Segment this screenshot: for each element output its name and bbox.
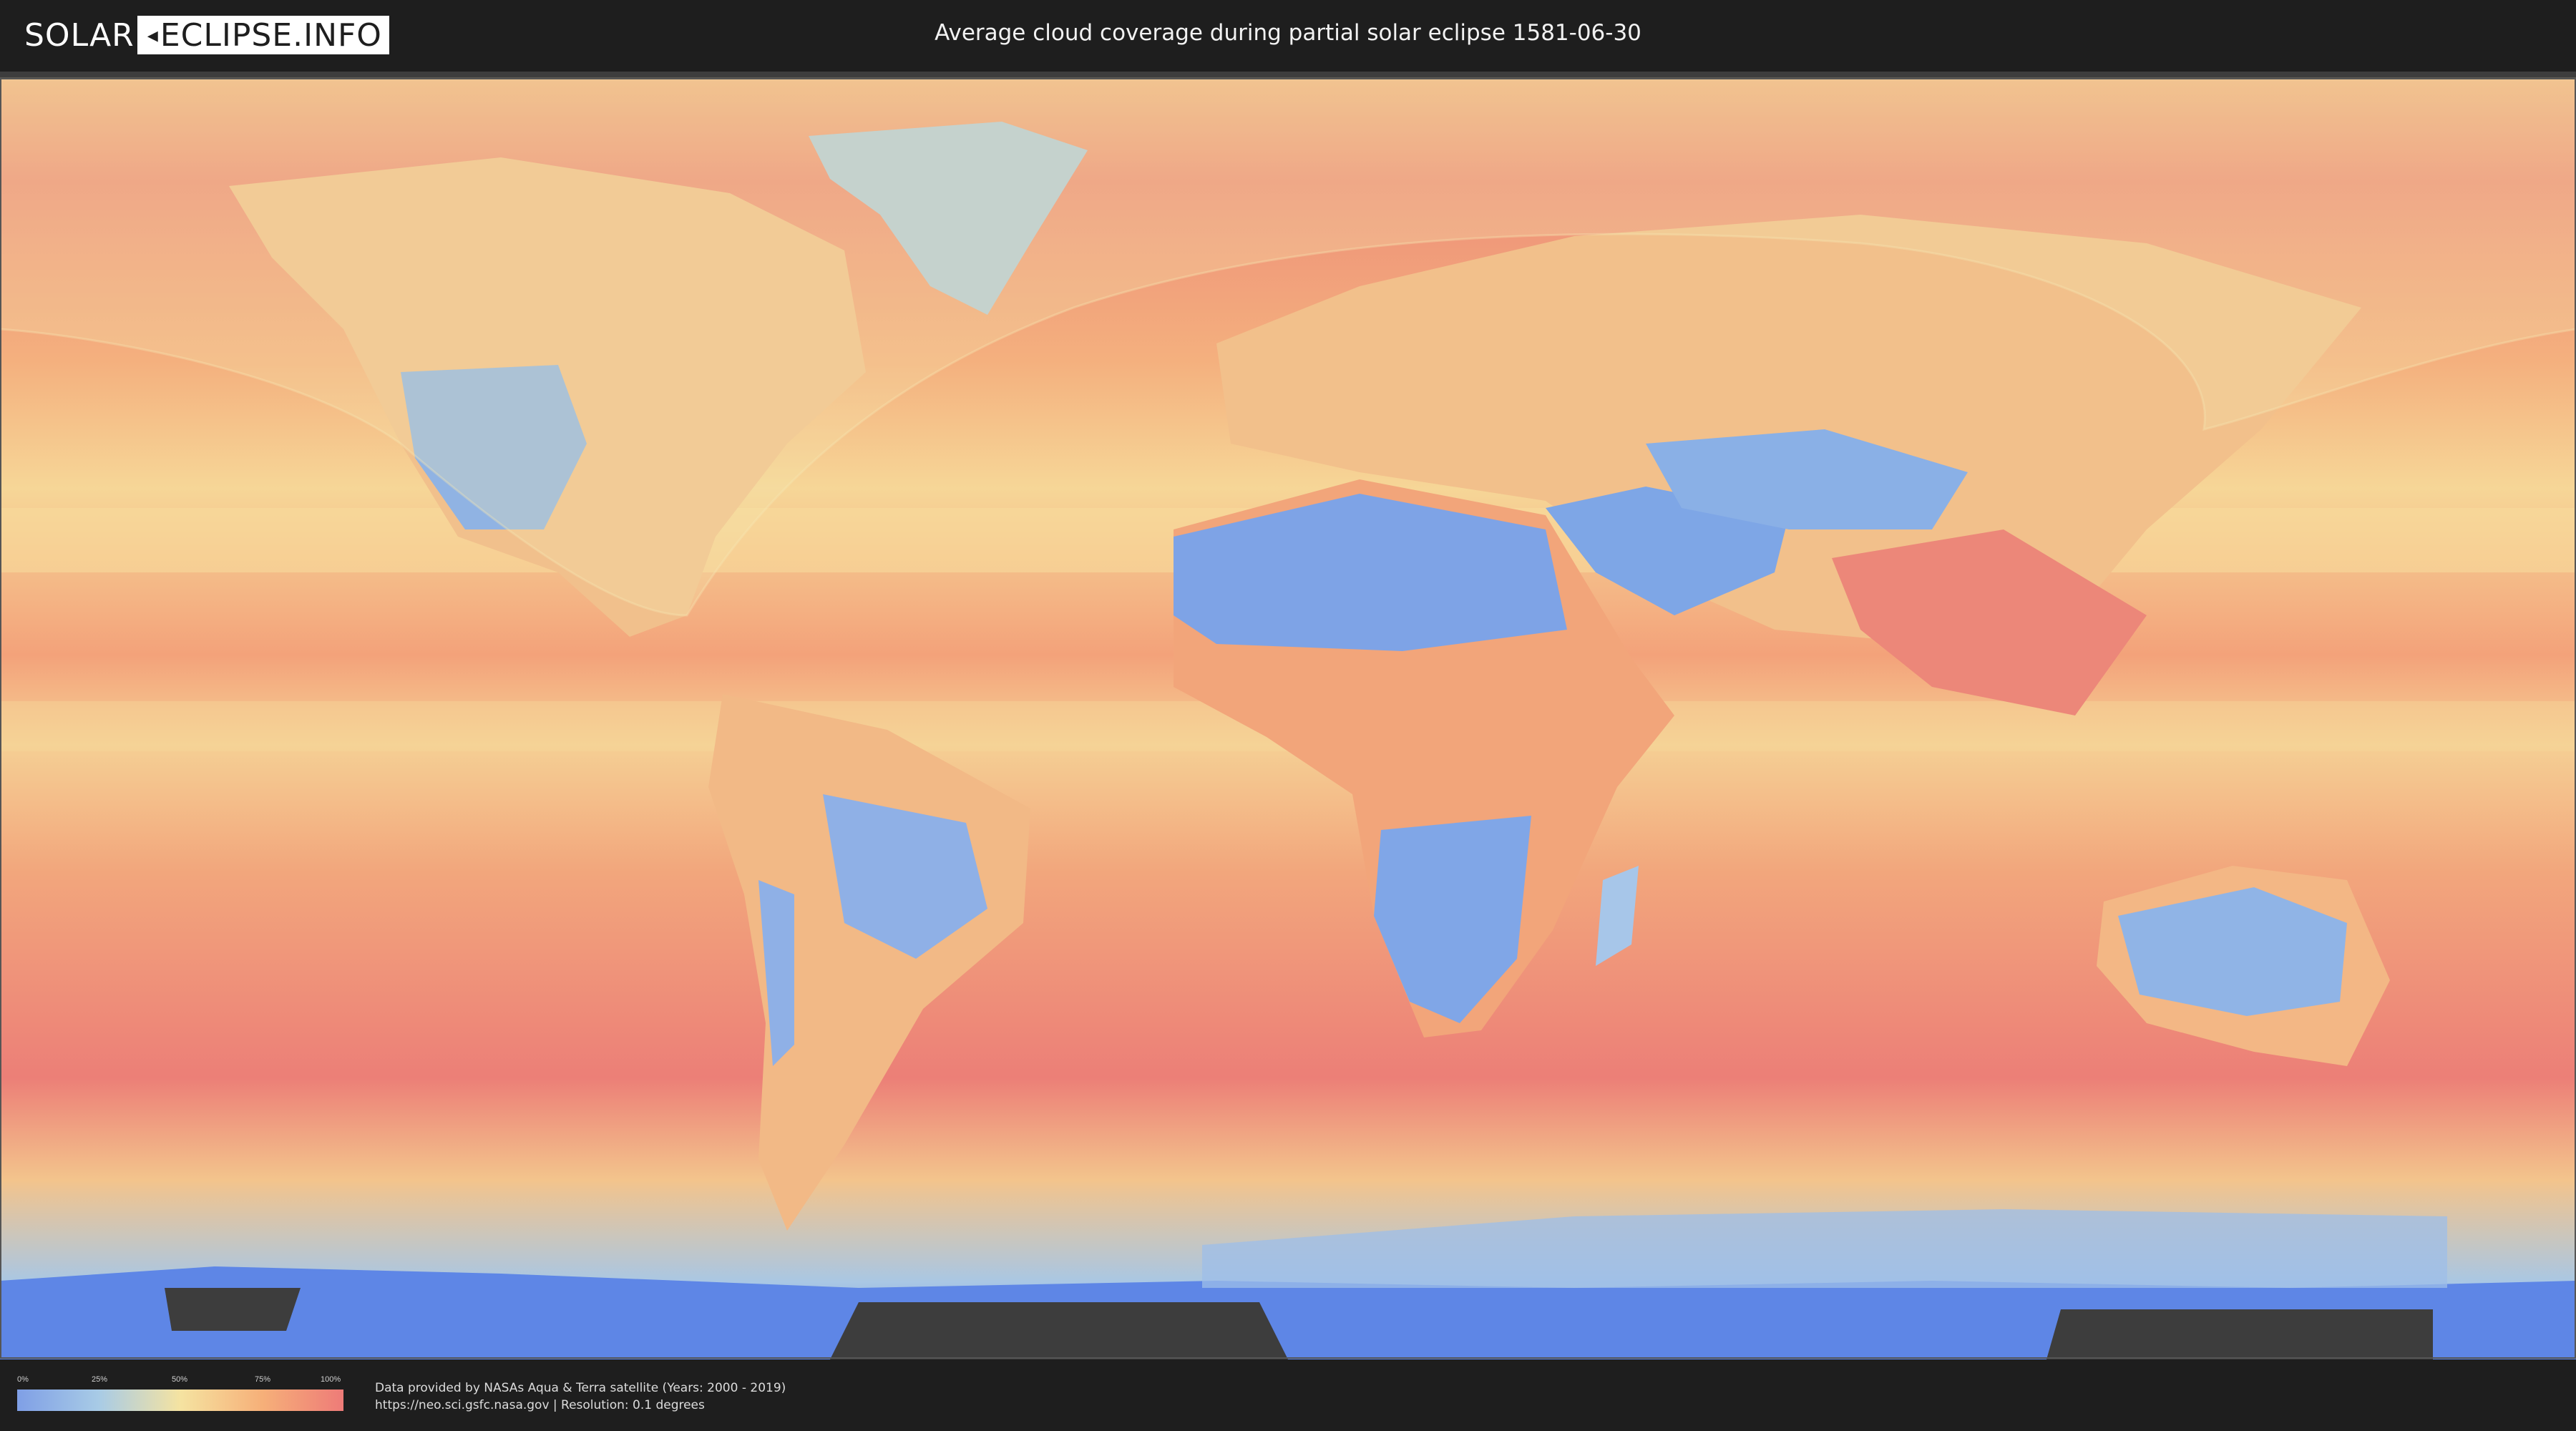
legend-tick: 25%: [92, 1375, 108, 1384]
legend-tick: 0%: [17, 1375, 29, 1384]
legend-color-bar: [17, 1390, 343, 1411]
header-bar: SOLAR ◂ ECLIPSE.INFO Average cloud cover…: [0, 0, 2576, 72]
data-credits: Data provided by NASAs Aqua & Terra sate…: [375, 1379, 786, 1414]
legend-ticks: 0% 25% 50% 75% 100%: [17, 1375, 343, 1387]
legend-tick: 50%: [172, 1375, 188, 1384]
credit-line-url[interactable]: https://neo.sci.gsfc.nasa.gov | Resoluti…: [375, 1397, 786, 1414]
cloud-coverage-map[interactable]: [0, 72, 2576, 1359]
page-title: Average cloud coverage during partial so…: [935, 20, 1641, 46]
map-svg: [0, 77, 2576, 1359]
cloud-coverage-legend: 0% 25% 50% 75% 100%: [17, 1375, 343, 1411]
legend-tick: 75%: [255, 1375, 271, 1384]
credit-line-source: Data provided by NASAs Aqua & Terra sate…: [375, 1381, 786, 1395]
legend-tick: 100%: [321, 1375, 341, 1384]
footer-bar: 0% 25% 50% 75% 100% Data provided by NAS…: [0, 1359, 2576, 1431]
